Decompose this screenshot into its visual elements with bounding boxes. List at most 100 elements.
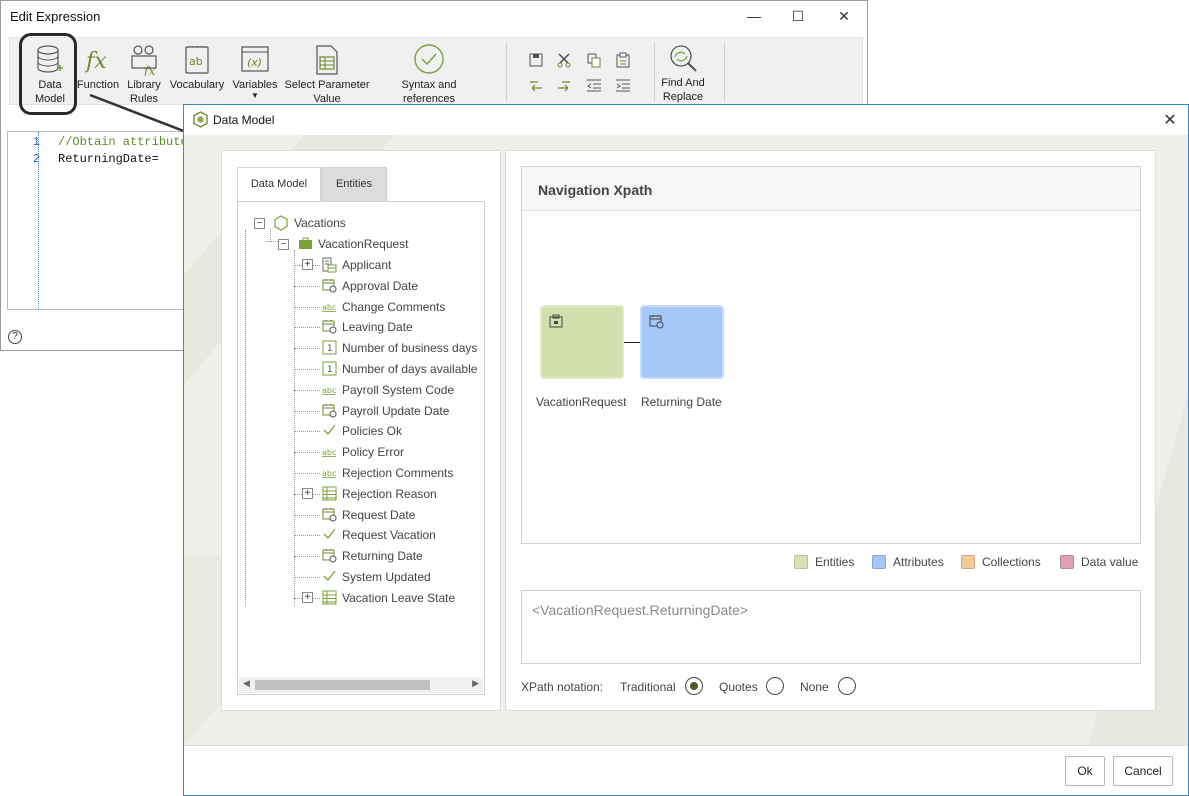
tree-line: [294, 473, 320, 474]
horizontal-scrollbar[interactable]: ◀ ▶: [239, 677, 483, 693]
select-parameter-label-1: Select Parameter: [284, 79, 370, 91]
tree-item-label: Applicant: [342, 258, 392, 272]
function-icon: fx: [84, 49, 107, 74]
date-icon: [322, 403, 337, 423]
check-icon: [322, 527, 337, 546]
radio-label-quotes: Quotes: [719, 680, 758, 694]
undo-icon[interactable]: [528, 78, 544, 92]
date-icon: [649, 315, 664, 329]
xpath-notation-label: XPath notation:: [521, 680, 604, 694]
xpath-output[interactable]: <VacationRequest.ReturningDate>: [521, 590, 1141, 664]
data-model-panel: Data Model Entities − Vacations − Vacati…: [221, 150, 501, 711]
variables-icon: (x): [241, 46, 269, 72]
cut-icon[interactable]: [556, 52, 572, 68]
tree-line: [294, 307, 320, 308]
tree-line: [294, 411, 320, 412]
help-icon[interactable]: ?: [8, 330, 22, 344]
library-rules-icon: fx: [131, 45, 157, 76]
legend-swatch: [1060, 555, 1074, 569]
expand-toggle[interactable]: +: [302, 488, 313, 499]
code-editor[interactable]: 1 //Obtain attribute 2 ReturningDate=: [7, 131, 188, 310]
tree-line: [294, 250, 295, 606]
number-icon: 1: [322, 361, 337, 381]
svg-text:1: 1: [327, 365, 333, 375]
expand-toggle[interactable]: +: [302, 592, 313, 603]
dialog-body: Data Model Entities − Vacations − Vacati…: [184, 135, 1188, 745]
ok-button[interactable]: Ok: [1065, 756, 1105, 786]
variables-dropdown-icon[interactable]: ▼: [232, 92, 278, 100]
attribute-node[interactable]: [640, 305, 724, 379]
tree-line: [245, 230, 246, 606]
entity-icon: [322, 257, 337, 278]
ribbon-separator: [506, 42, 507, 102]
tree-item-label: Policy Error: [342, 445, 405, 459]
redo-icon[interactable]: [556, 78, 572, 92]
date-icon: [322, 319, 337, 339]
radio-none[interactable]: [838, 677, 856, 695]
close-button[interactable]: ✕: [833, 6, 855, 26]
scroll-left-icon[interactable]: ◀: [243, 678, 250, 689]
text-icon: abc: [322, 382, 337, 401]
copy-icon[interactable]: [586, 52, 602, 68]
navigation-title: Navigation Xpath: [538, 182, 653, 198]
select-parameter-value-button[interactable]: Select Parameter Value: [284, 44, 370, 106]
collapse-toggle[interactable]: −: [278, 239, 289, 250]
legend-swatch: [872, 555, 886, 569]
outdent-icon[interactable]: [586, 78, 602, 92]
tree-item-label: Vacation Leave State: [342, 591, 456, 605]
tab-data-model[interactable]: Data Model: [237, 167, 321, 202]
xpath-value: <VacationRequest.ReturningDate>: [532, 602, 749, 618]
ribbon-separator: [724, 42, 725, 102]
find-replace-label-1: Find And: [661, 77, 705, 89]
radio-traditional[interactable]: [685, 677, 703, 695]
variables-label: Variables: [232, 79, 278, 91]
tree-line: [294, 452, 320, 453]
save-icon[interactable]: [528, 52, 544, 68]
validation-check-icon: [414, 44, 444, 74]
expand-toggle[interactable]: +: [302, 259, 313, 270]
tree-item-label: Number of days available: [342, 362, 478, 376]
svg-text:abc: abc: [322, 386, 336, 395]
data-model-dialog: Data Model ✕ Data Model Entities − Vacat…: [183, 104, 1189, 796]
process-icon: [274, 215, 288, 231]
syntax-validation-label-1: Syntax and references: [401, 79, 457, 105]
tree-line: [266, 241, 278, 242]
tree-item-label: Payroll Update Date: [342, 404, 450, 418]
maximize-button[interactable]: ☐: [787, 6, 809, 26]
tree-item-label: Change Comments: [342, 300, 446, 314]
svg-text:(x): (x): [247, 56, 262, 69]
data-model-tree: − Vacations − VacationRequest Applicant +…: [237, 201, 485, 695]
tree-line: [294, 327, 320, 328]
paste-icon[interactable]: [615, 52, 631, 68]
tree-item-label: Payroll System Code: [342, 383, 455, 397]
tree-item-label: Policies Ok: [342, 424, 403, 438]
line-number: 2: [32, 152, 40, 166]
minimize-button[interactable]: —: [743, 6, 765, 26]
tree-line: [294, 515, 320, 516]
indent-icon[interactable]: [615, 78, 631, 92]
tree-item-label: Approval Date: [342, 279, 419, 293]
scroll-right-icon[interactable]: ▶: [472, 678, 479, 689]
tree-item-label: Rejection Comments: [342, 466, 454, 480]
tree-item-label: Returning Date: [342, 549, 423, 563]
radio-quotes[interactable]: [766, 677, 784, 695]
legend-swatch: [961, 555, 975, 569]
svg-text:abc: abc: [322, 469, 336, 478]
tree-item-label: VacationRequest: [318, 237, 409, 251]
scroll-thumb[interactable]: [255, 680, 430, 690]
legend-label: Data value: [1081, 555, 1139, 569]
collapse-toggle[interactable]: −: [254, 218, 265, 229]
cancel-button[interactable]: Cancel: [1113, 756, 1173, 786]
number-icon: 1: [322, 340, 337, 360]
tab-entities[interactable]: Entities: [321, 167, 387, 202]
attribute-node-label: Returning Date: [641, 395, 722, 409]
briefcase-icon: [299, 237, 312, 249]
entity-node[interactable]: [540, 305, 624, 379]
tree-line: [294, 577, 320, 578]
node-connector: [624, 342, 640, 343]
text-icon: abc: [322, 444, 337, 463]
variables-button[interactable]: (x) Variables ▼: [232, 44, 278, 100]
svg-text:ab: ab: [189, 55, 203, 68]
find-and-replace-button[interactable]: Find And Replace: [658, 44, 708, 104]
close-icon[interactable]: ✕: [1160, 110, 1180, 130]
